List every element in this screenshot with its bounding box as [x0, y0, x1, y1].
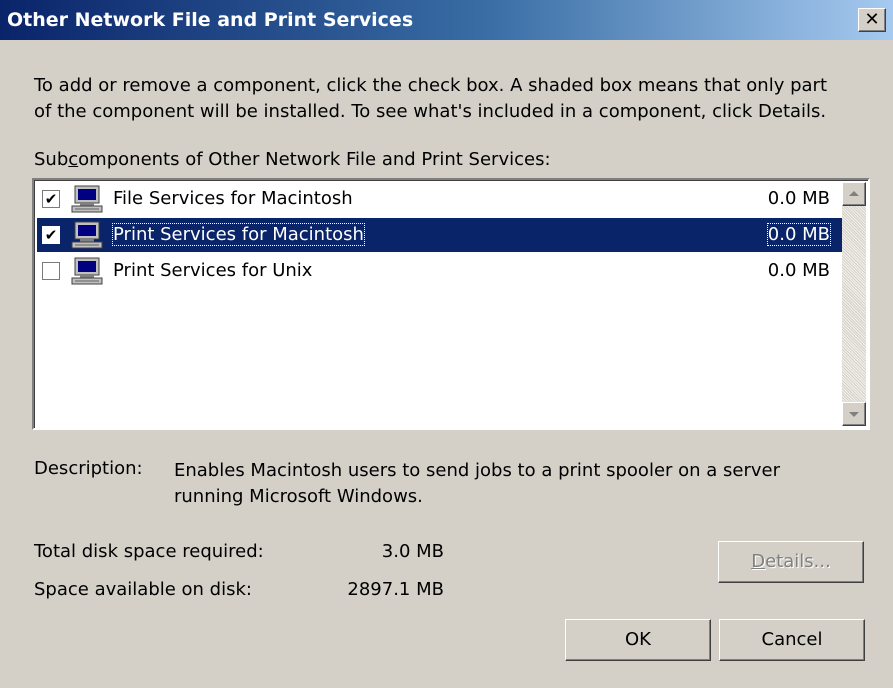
component-row-file-services-mac[interactable]: ✔ File Services for Macintosh 0.0 MB	[37, 182, 842, 216]
details-label: etails...	[765, 551, 831, 572]
close-icon: ✕	[864, 9, 880, 30]
close-button[interactable]: ✕	[858, 8, 886, 32]
computer-icon	[71, 257, 103, 285]
available-space-value: 2897.1 MB	[347, 579, 444, 600]
components-listbox[interactable]: ✔ File Services for Macintosh 0.0 MB ✔ P…	[32, 178, 870, 430]
details-accel: D	[751, 551, 766, 572]
component-row-print-services-unix[interactable]: Print Services for Unix 0.0 MB	[37, 254, 842, 288]
list-scrollbar[interactable]	[842, 182, 866, 426]
description-text: Enables Macintosh users to send jobs to …	[174, 458, 854, 510]
component-size: 0.0 MB	[767, 260, 830, 281]
computer-icon	[71, 185, 103, 213]
component-checkbox[interactable]: ✔	[42, 190, 60, 208]
window-title: Other Network File and Print Services	[7, 9, 414, 31]
instructions: To add or remove a component, click the …	[34, 73, 879, 125]
description-line-1: Enables Macintosh users to send jobs to …	[174, 460, 781, 481]
subcomponents-label: Subcomponents of Other Network File and …	[34, 149, 551, 170]
subcomponents-label-accel: c	[68, 149, 79, 170]
subcomponents-label-post: omponents of Other Network File and Prin…	[78, 149, 551, 170]
arrow-down-icon	[849, 412, 859, 417]
instructions-line-2: of the component will be installed. To s…	[34, 101, 827, 122]
description-label: Description:	[34, 458, 143, 479]
computer-icon	[71, 221, 103, 249]
ok-button[interactable]: OK	[565, 619, 711, 661]
component-row-print-services-mac[interactable]: ✔ Print Services for Macintosh 0.0 MB	[37, 218, 842, 252]
details-button[interactable]: Details...	[718, 541, 864, 583]
instructions-line-1: To add or remove a component, click the …	[34, 75, 828, 96]
cancel-button[interactable]: Cancel	[719, 619, 865, 661]
total-space-value: 3.0 MB	[381, 541, 444, 562]
component-label: Print Services for Macintosh	[112, 223, 365, 246]
component-size: 0.0 MB	[766, 223, 832, 246]
component-label: Print Services for Unix	[113, 260, 313, 281]
description-line-2: running Microsoft Windows.	[174, 486, 423, 507]
component-checkbox[interactable]: ✔	[42, 226, 60, 244]
arrow-up-icon	[849, 191, 859, 196]
subcomponents-label-pre: Sub	[34, 149, 69, 170]
available-space-label: Space available on disk:	[34, 579, 252, 600]
scroll-up-button[interactable]	[842, 182, 866, 206]
total-space-label: Total disk space required:	[34, 541, 264, 562]
title-bar[interactable]: Other Network File and Print Services ✕	[0, 0, 893, 40]
component-size: 0.0 MB	[767, 188, 830, 209]
scroll-down-button[interactable]	[842, 402, 866, 426]
component-label: File Services for Macintosh	[113, 188, 353, 209]
component-checkbox[interactable]	[42, 262, 60, 280]
